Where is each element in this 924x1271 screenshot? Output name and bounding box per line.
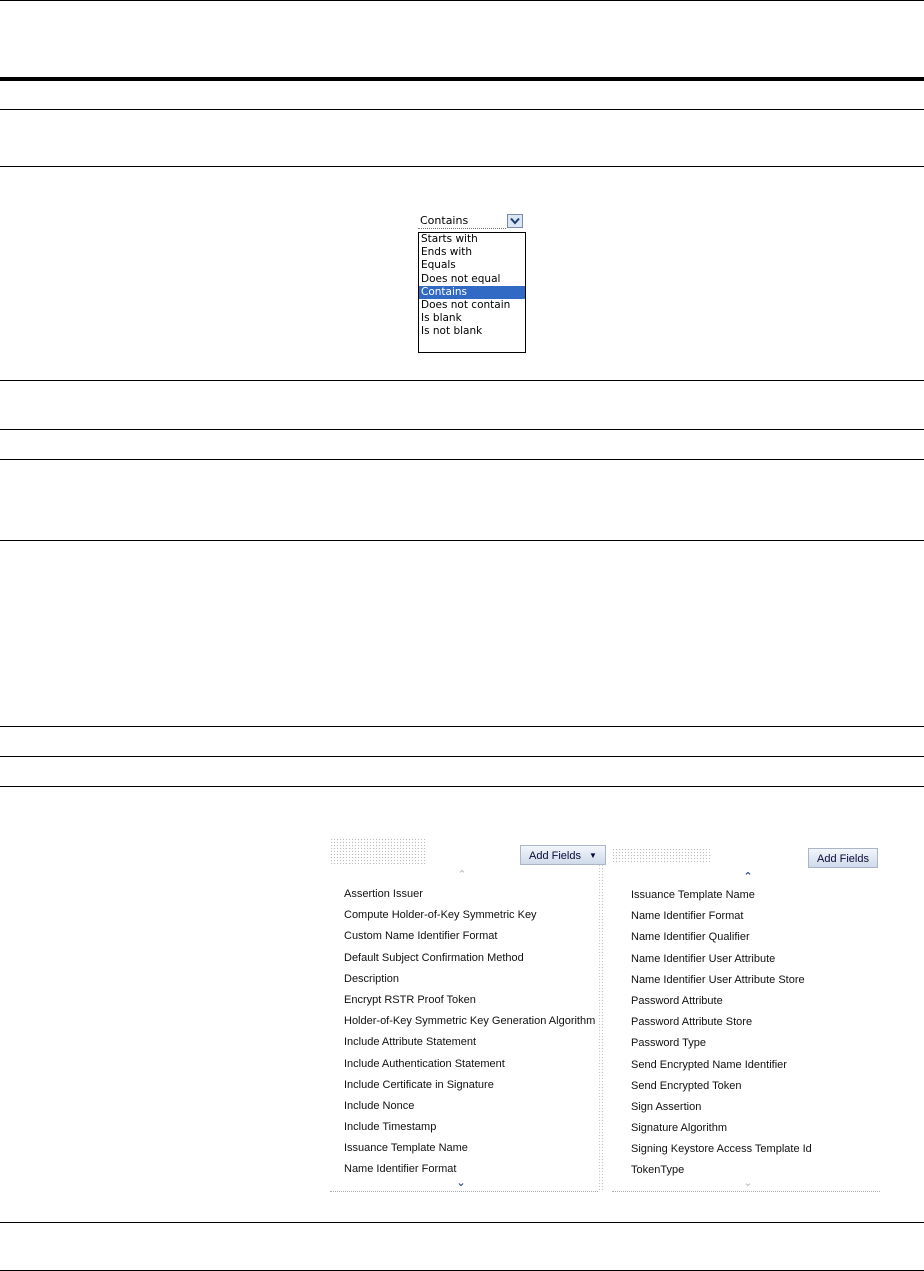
field-item[interactable]: Name Identifier Qualifier: [631, 927, 812, 948]
field-item[interactable]: Issuance Template Name: [631, 885, 812, 906]
field-item[interactable]: Assertion Issuer: [344, 884, 595, 905]
field-item[interactable]: Include Authentication Statement: [344, 1054, 595, 1075]
field-item[interactable]: Include Certificate in Signature: [344, 1075, 595, 1096]
field-item[interactable]: Name Identifier User Attribute: [631, 949, 812, 970]
operator-option[interactable]: Equals: [419, 259, 525, 272]
scroll-up-icon[interactable]: ⌃: [741, 871, 755, 882]
operator-option[interactable]: Does not equal: [419, 273, 525, 286]
menu-bottom-border: [330, 1190, 598, 1192]
add-fields-menu-left: Add Fields ▼ ⌃ Assertion Issuer Compute H…: [330, 838, 606, 1192]
add-fields-button[interactable]: Add Fields ▼: [520, 845, 606, 865]
add-fields-menu-right: Add Fields ⌃ Issuance Template Name Name…: [612, 838, 880, 1192]
field-item[interactable]: Compute Holder-of-Key Symmetric Key: [344, 905, 595, 926]
dropdown-toggle-button[interactable]: [507, 214, 523, 228]
field-item[interactable]: Issuance Template Name: [344, 1138, 595, 1159]
field-item[interactable]: Default Subject Confirmation Method: [344, 948, 595, 969]
toolbar-background: [612, 848, 710, 864]
operator-option[interactable]: Ends with: [419, 246, 525, 259]
table-top-rule: [0, 0, 924, 1]
field-item[interactable]: Include Nonce: [344, 1096, 595, 1117]
field-item[interactable]: Password Type: [631, 1033, 812, 1054]
field-item[interactable]: Include Timestamp: [344, 1117, 595, 1138]
field-item[interactable]: Sign Assertion: [631, 1097, 812, 1118]
add-fields-label: Add Fields: [529, 850, 581, 862]
operator-current-value[interactable]: Contains: [418, 214, 506, 229]
field-item[interactable]: Send Encrypted Token: [631, 1076, 812, 1097]
field-item[interactable]: Signing Keystore Access Template Id: [631, 1139, 812, 1160]
field-item[interactable]: TokenType: [631, 1160, 812, 1181]
field-item[interactable]: Custom Name Identifier Format: [344, 926, 595, 947]
field-item[interactable]: Name Identifier User Attribute Store: [631, 970, 812, 991]
field-item[interactable]: Name Identifier Format: [344, 1159, 595, 1180]
caret-down-icon: ▼: [588, 851, 597, 861]
menu-bottom-border: [612, 1190, 880, 1192]
field-item[interactable]: Signature Algorithm: [631, 1118, 812, 1139]
table-row-rule: [0, 1222, 924, 1223]
toolbar-background: [330, 838, 426, 864]
field-item[interactable]: Holder-of-Key Symmetric Key Generation A…: [344, 1011, 595, 1032]
table-row-rule: [0, 540, 924, 541]
chevron-down-icon: [510, 217, 520, 225]
operator-option[interactable]: Starts with: [419, 233, 525, 246]
field-item[interactable]: Password Attribute Store: [631, 1012, 812, 1033]
table-row-rule: [0, 726, 924, 727]
field-list: Issuance Template Name Name Identifier F…: [631, 885, 812, 1182]
field-item[interactable]: Include Attribute Statement: [344, 1032, 595, 1053]
operator-option-selected[interactable]: Contains: [419, 285, 525, 299]
add-fields-label: Add Fields: [817, 853, 869, 865]
table-row-rule: [0, 380, 924, 381]
table-row-rule: [0, 109, 924, 110]
field-item[interactable]: Password Attribute: [631, 991, 812, 1012]
field-item[interactable]: Send Encrypted Name Identifier: [631, 1055, 812, 1076]
table-row-rule: [0, 429, 924, 430]
operator-options-list: Starts with Ends with Equals Does not eq…: [418, 232, 526, 353]
table-row-rule: [0, 459, 924, 460]
scroll-down-icon[interactable]: ⌄: [454, 1177, 468, 1188]
table-row-rule: [0, 786, 924, 787]
table-row-rule: [0, 166, 924, 167]
menu-edge: [598, 864, 604, 1192]
operator-option[interactable]: Is blank: [419, 312, 525, 325]
table-row-rule: [0, 756, 924, 757]
table-header-rule: [0, 77, 924, 81]
field-item[interactable]: Name Identifier Format: [631, 906, 812, 927]
scroll-down-icon[interactable]: ⌄: [741, 1177, 755, 1188]
field-item[interactable]: Encrypt RSTR Proof Token: [344, 990, 595, 1011]
field-item[interactable]: Description: [344, 969, 595, 990]
scroll-up-icon[interactable]: ⌃: [455, 869, 469, 880]
add-fields-button[interactable]: Add Fields: [808, 848, 878, 868]
operator-option[interactable]: Is not blank: [419, 325, 525, 338]
operator-option[interactable]: Does not contain: [419, 299, 525, 312]
field-list: Assertion Issuer Compute Holder-of-Key S…: [344, 884, 595, 1181]
